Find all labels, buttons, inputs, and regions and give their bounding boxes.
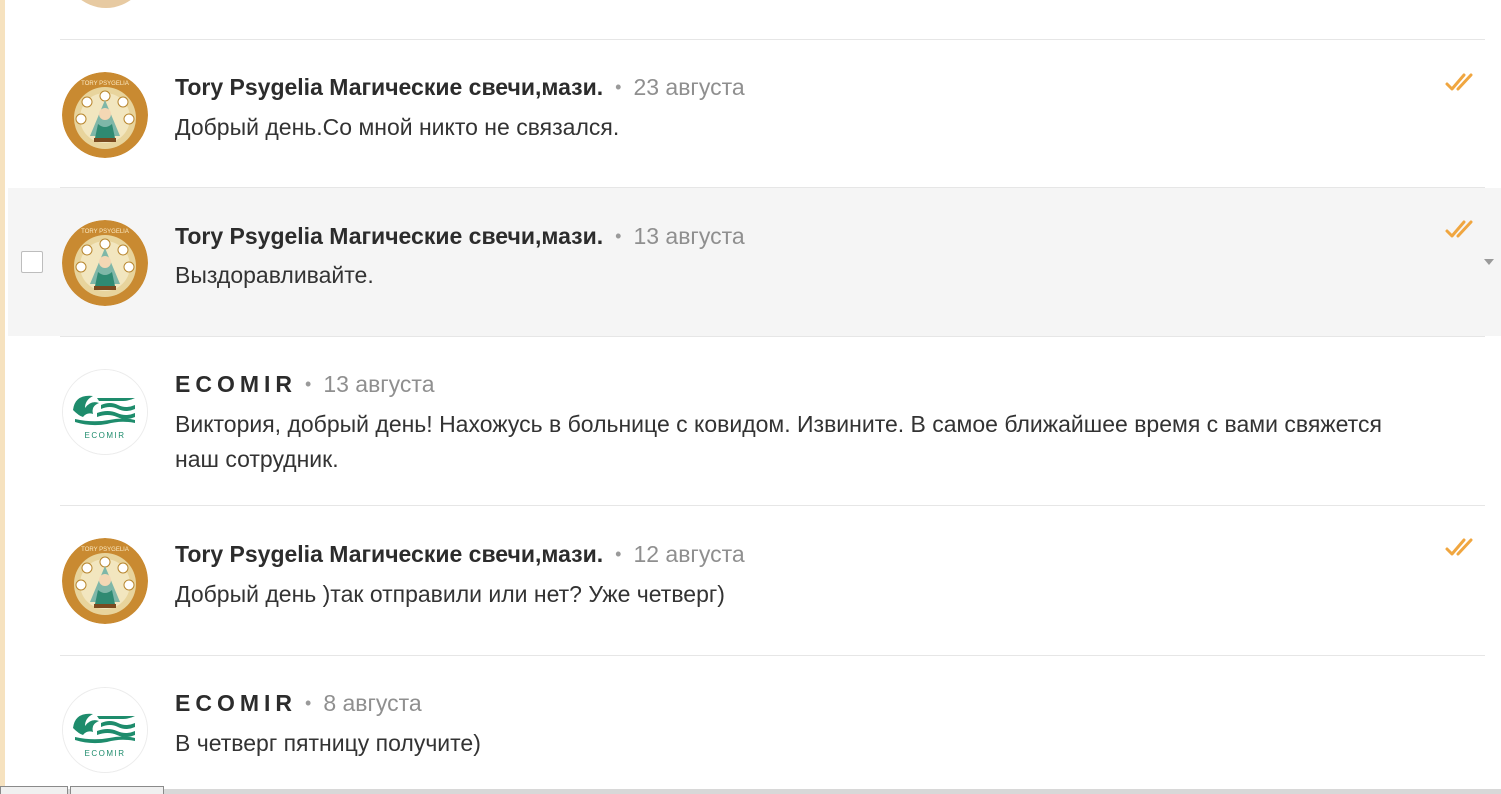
separator-dot: • <box>305 693 312 713</box>
double-check-icon <box>1445 73 1473 91</box>
message-row[interactable]: ECOMIR ECOMIR • 13 августа Виктория, добры… <box>8 337 1501 505</box>
separator-dot: • <box>615 544 622 564</box>
avatar-caption: ECOMIR <box>85 431 126 440</box>
separator-dot: • <box>615 77 622 97</box>
bottom-tab[interactable] <box>0 786 68 794</box>
bottom-frame-edge <box>0 789 1501 794</box>
message-row[interactable]: TORY PSYGELIA Tory Psygelia Магические с… <box>8 506 1501 655</box>
avatar-caption: TORY PSYGELIA <box>81 229 129 235</box>
sender-name[interactable]: ECOMIR <box>175 690 297 716</box>
sender-name[interactable]: Tory Psygelia Магические свечи,мази. <box>175 223 603 249</box>
message-header: ECOMIR • 8 августа <box>175 689 422 719</box>
double-check-icon <box>1445 538 1473 556</box>
message-date: 23 августа <box>633 74 745 100</box>
message-header: Tory Psygelia Магические свечи,мази. • 12 … <box>175 540 745 570</box>
avatar-caption: ECOMIR <box>85 749 126 758</box>
ecomir-logo-avatar[interactable]: ECOMIR <box>62 369 148 455</box>
sender-name[interactable]: ECOMIR <box>175 371 297 397</box>
message-text: Выздоравливайте. <box>175 262 374 288</box>
message-text: Виктория, добрый день! Нахожусь в больни… <box>175 411 1382 472</box>
ecomir-logo-avatar[interactable]: ECOMIR <box>62 687 148 773</box>
message-date: 13 августа <box>323 371 435 397</box>
chevron-down-icon[interactable] <box>1484 259 1494 265</box>
select-checkbox[interactable] <box>21 251 43 273</box>
avatar-caption: TORY PSYGELIA <box>81 547 129 553</box>
sender-name[interactable]: Tory Psygelia Магические свечи,мази. <box>175 541 603 567</box>
message-row[interactable]: TORY PSYGELIA Tory Psygelia Магические с… <box>8 40 1501 187</box>
tory-psygelia-avatar[interactable]: TORY PSYGELIA <box>62 220 148 306</box>
message-date: 13 августа <box>633 223 745 249</box>
message-text: В четверг пятницу получите) <box>175 730 481 756</box>
avatar-caption: TORY PSYGELIA <box>81 81 129 87</box>
bottom-tab[interactable] <box>70 786 164 794</box>
tory-psygelia-avatar[interactable]: TORY PSYGELIA <box>62 538 148 624</box>
message-text: Добрый день )так отправили или нет? Уже … <box>175 581 725 607</box>
message-text: Добрый день.Со мной никто не связался. <box>175 114 620 140</box>
message-header: Tory Psygelia Магические свечи,мази. • 23 … <box>175 73 745 103</box>
left-accent-strip <box>0 0 5 794</box>
message-row[interactable]: ECOMIR ECOMIR • 8 августа В четверг пятниц… <box>8 656 1501 786</box>
previous-message-avatar <box>64 0 148 8</box>
message-date: 8 августа <box>323 690 422 716</box>
double-check-icon <box>1445 220 1473 238</box>
separator-dot: • <box>305 374 312 394</box>
message-header: ECOMIR • 13 августа <box>175 370 435 400</box>
sender-name[interactable]: Tory Psygelia Магические свечи,мази. <box>175 74 603 100</box>
message-date: 12 августа <box>633 541 745 567</box>
separator-dot: • <box>615 226 622 246</box>
message-row-hovered[interactable]: TORY PSYGELIA Tory Psygelia Магические с… <box>8 188 1501 336</box>
tory-psygelia-avatar[interactable]: TORY PSYGELIA <box>62 72 148 158</box>
message-header: Tory Psygelia Магические свечи,мази. • 13 … <box>175 222 745 252</box>
